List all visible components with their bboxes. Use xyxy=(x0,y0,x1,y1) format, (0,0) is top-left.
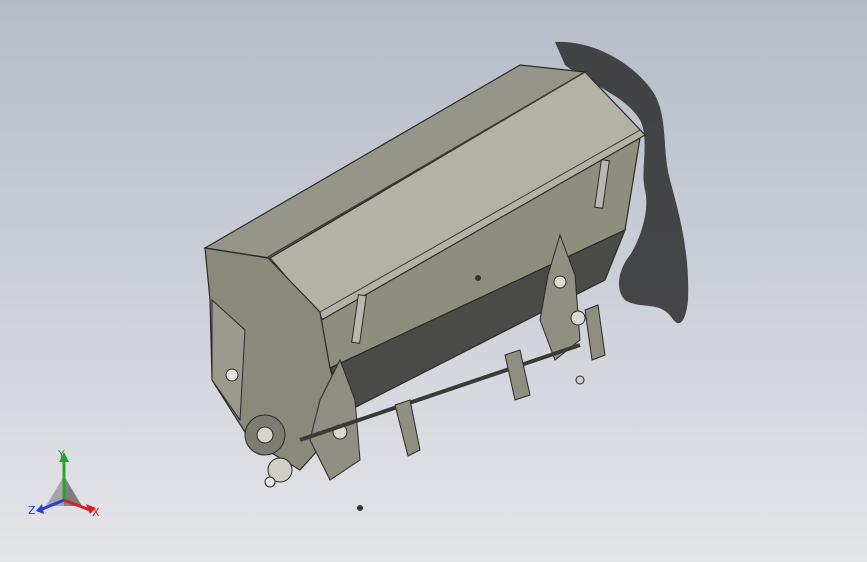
model-canvas[interactable] xyxy=(0,0,867,562)
z-axis-label: Z xyxy=(28,504,36,517)
cad-viewport[interactable]: Y X Z xyxy=(0,0,867,562)
view-orientation-triad: Y X Z xyxy=(28,448,100,519)
y-axis-label: Y xyxy=(57,448,65,461)
x-axis-label: X xyxy=(92,506,100,519)
hopper-model[interactable] xyxy=(203,64,646,511)
